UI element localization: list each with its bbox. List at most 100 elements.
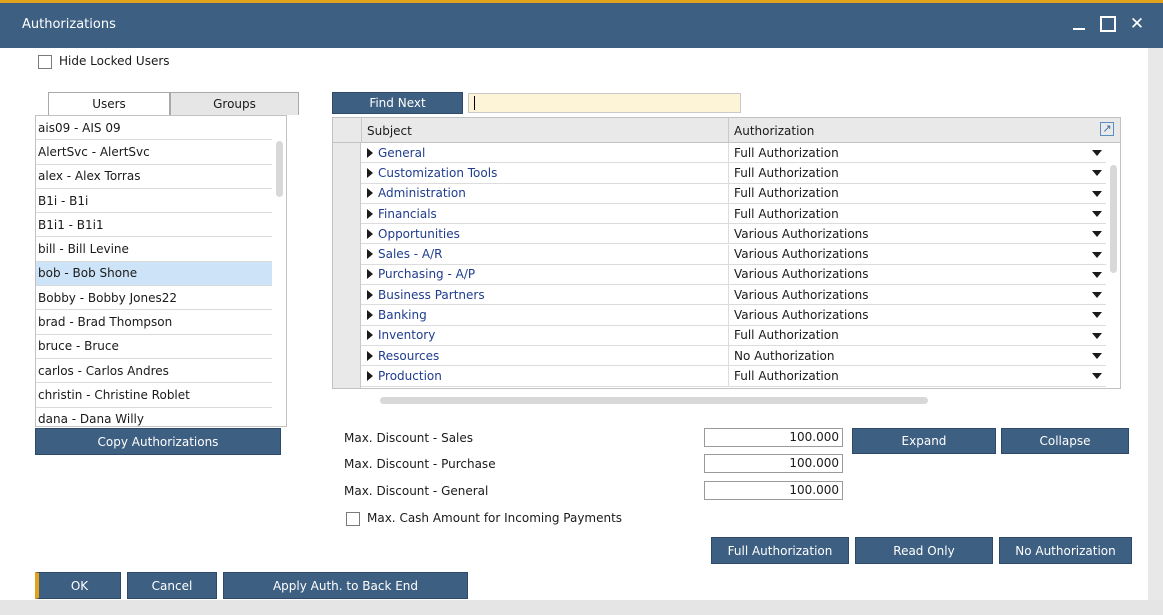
dropdown-arrow-icon[interactable] [1092, 312, 1102, 319]
max-discount-general-field[interactable]: 100.000 [704, 481, 843, 500]
subject-cell[interactable]: Inventory [361, 326, 728, 345]
grid-row[interactable]: Inventory Full Authorization [361, 325, 1108, 346]
user-list-item[interactable]: ais09 - AIS 09 [36, 116, 286, 141]
expand-grid-icon[interactable]: ↗ [1100, 122, 1114, 136]
authorization-dropdown[interactable]: Various Authorizations [728, 264, 1108, 285]
grid-row[interactable]: Purchasing - A/P Various Authorizations [361, 264, 1108, 286]
user-list-item[interactable]: dana - Dana Willy [36, 408, 286, 426]
subject-cell[interactable]: Administration [361, 184, 728, 203]
expand-button[interactable]: Expand [852, 428, 996, 454]
collapse-button[interactable]: Collapse [1001, 428, 1129, 454]
expand-arrow-icon[interactable] [367, 188, 373, 199]
authorization-grid[interactable]: Subject Authorization ↗ General Full Auth… [332, 117, 1121, 389]
expand-arrow-icon[interactable] [367, 269, 373, 280]
user-list-item[interactable]: carlos - Carlos Andres [36, 359, 286, 384]
subject-cell[interactable]: Sales - A/R [361, 245, 728, 264]
subject-cell[interactable]: Purchasing - A/P [361, 265, 728, 284]
grid-row[interactable]: Opportunities Various Authorizations [361, 224, 1108, 245]
subject-cell[interactable]: Banking [361, 305, 728, 324]
grid-horizontal-scroll-thumb[interactable] [380, 397, 928, 404]
authorization-dropdown[interactable]: Full Authorization [728, 366, 1108, 386]
authorization-dropdown[interactable]: Full Authorization [728, 325, 1108, 345]
grid-row[interactable]: Banking Various Authorizations [361, 305, 1108, 326]
ok-button[interactable]: OK [35, 572, 121, 599]
minimize-icon[interactable] [1071, 15, 1087, 33]
user-list-scroll-thumb[interactable] [276, 141, 283, 197]
grid-row[interactable]: Business Partners Various Authorizations [361, 285, 1108, 306]
column-header-authorization[interactable]: Authorization [728, 118, 1098, 143]
grid-row[interactable]: Financials Full Authorization [361, 203, 1108, 225]
dropdown-arrow-icon[interactable] [1092, 292, 1102, 299]
expand-arrow-icon[interactable] [367, 330, 373, 341]
column-header-subject[interactable]: Subject [361, 118, 728, 143]
authorization-dropdown[interactable]: Various Authorizations [728, 285, 1108, 305]
dropdown-arrow-icon[interactable] [1092, 271, 1102, 278]
dropdown-arrow-icon[interactable] [1092, 332, 1102, 339]
dropdown-arrow-icon[interactable] [1092, 353, 1102, 359]
subject-cell[interactable]: Business Partners [361, 285, 728, 304]
tab-users[interactable]: Users [48, 92, 170, 115]
full-authorization-button[interactable]: Full Authorization [711, 537, 849, 564]
user-list-item[interactable]: bob - Bob Shone [36, 261, 286, 287]
authorization-dropdown[interactable]: Various Authorizations [728, 244, 1108, 264]
subject-cell[interactable]: Resources [361, 346, 728, 365]
authorization-dropdown[interactable]: Full Authorization [728, 163, 1108, 183]
subject-cell[interactable]: Opportunities [361, 224, 728, 243]
user-list-scrollbar[interactable] [272, 116, 286, 426]
read-only-button[interactable]: Read Only [855, 537, 993, 564]
max-discount-sales-field[interactable]: 100.000 [704, 428, 843, 447]
grid-row[interactable]: Production Full Authorization [361, 366, 1108, 387]
grid-row[interactable]: Administration Full Authorization [361, 183, 1108, 204]
user-list-item[interactable]: alex - Alex Torras [36, 165, 286, 189]
expand-arrow-icon[interactable] [367, 228, 373, 239]
expand-arrow-icon[interactable] [367, 249, 373, 260]
expand-arrow-icon[interactable] [367, 350, 373, 361]
authorization-dropdown[interactable]: Full Authorization [728, 183, 1108, 203]
max-cash-amount-checkbox[interactable] [346, 512, 360, 526]
subject-cell[interactable]: Production [361, 366, 728, 385]
dropdown-arrow-icon[interactable] [1092, 190, 1102, 197]
expand-arrow-icon[interactable] [367, 147, 373, 158]
grid-row[interactable]: Resources No Authorization [361, 346, 1108, 367]
dropdown-arrow-icon[interactable] [1092, 251, 1102, 258]
dropdown-arrow-icon[interactable] [1092, 170, 1102, 177]
dropdown-arrow-icon[interactable] [1092, 210, 1102, 217]
expand-arrow-icon[interactable] [367, 208, 373, 219]
expand-arrow-icon[interactable] [367, 167, 373, 178]
user-list-item[interactable]: B1i - B1i [36, 189, 286, 214]
close-icon[interactable]: ✕ [1129, 15, 1145, 33]
subject-cell[interactable]: Financials [361, 204, 728, 223]
dropdown-arrow-icon[interactable] [1092, 231, 1102, 238]
max-discount-purchase-field[interactable]: 100.000 [704, 454, 843, 473]
tab-groups[interactable]: Groups [170, 92, 299, 115]
subject-cell[interactable]: Customization Tools [361, 163, 728, 182]
grid-row[interactable]: Sales - A/R Various Authorizations [361, 244, 1108, 265]
authorization-dropdown[interactable]: Full Authorization [728, 203, 1108, 224]
user-list-item[interactable]: AlertSvc - AlertSvc [36, 140, 286, 165]
expand-arrow-icon[interactable] [367, 289, 373, 300]
user-list[interactable]: ais09 - AIS 09 AlertSvc - AlertSvc alex - … [35, 115, 287, 427]
dropdown-arrow-icon[interactable] [1092, 373, 1102, 380]
subject-cell[interactable]: General [361, 143, 728, 162]
grid-vertical-scrollbar[interactable] [1106, 143, 1120, 388]
grid-row[interactable]: General Full Authorization [361, 143, 1108, 164]
maximize-icon[interactable] [1100, 15, 1116, 33]
user-list-item[interactable]: bruce - Bruce [36, 335, 286, 359]
authorization-dropdown[interactable]: Various Authorizations [728, 305, 1108, 325]
copy-authorizations-button[interactable]: Copy Authorizations [35, 428, 281, 455]
dropdown-arrow-icon[interactable] [1092, 150, 1102, 156]
authorization-dropdown[interactable]: Various Authorizations [728, 224, 1108, 244]
user-list-item[interactable]: bill - Bill Levine [36, 237, 286, 262]
find-input[interactable] [468, 93, 741, 113]
expand-arrow-icon[interactable] [367, 370, 373, 381]
user-list-item[interactable]: brad - Brad Thompson [36, 310, 286, 335]
cancel-button[interactable]: Cancel [127, 572, 217, 599]
apply-auth-to-back-end-button[interactable]: Apply Auth. to Back End [223, 572, 468, 599]
find-next-button[interactable]: Find Next [332, 92, 463, 114]
hide-locked-users-checkbox[interactable] [38, 55, 52, 69]
user-list-item[interactable]: christin - Christine Roblet [36, 383, 286, 408]
user-list-item[interactable]: B1i1 - B1i1 [36, 213, 286, 238]
user-list-item[interactable]: Bobby - Bobby Jones22 [36, 286, 286, 311]
authorization-dropdown[interactable]: Full Authorization [728, 143, 1108, 163]
authorization-dropdown[interactable]: No Authorization [728, 346, 1108, 366]
